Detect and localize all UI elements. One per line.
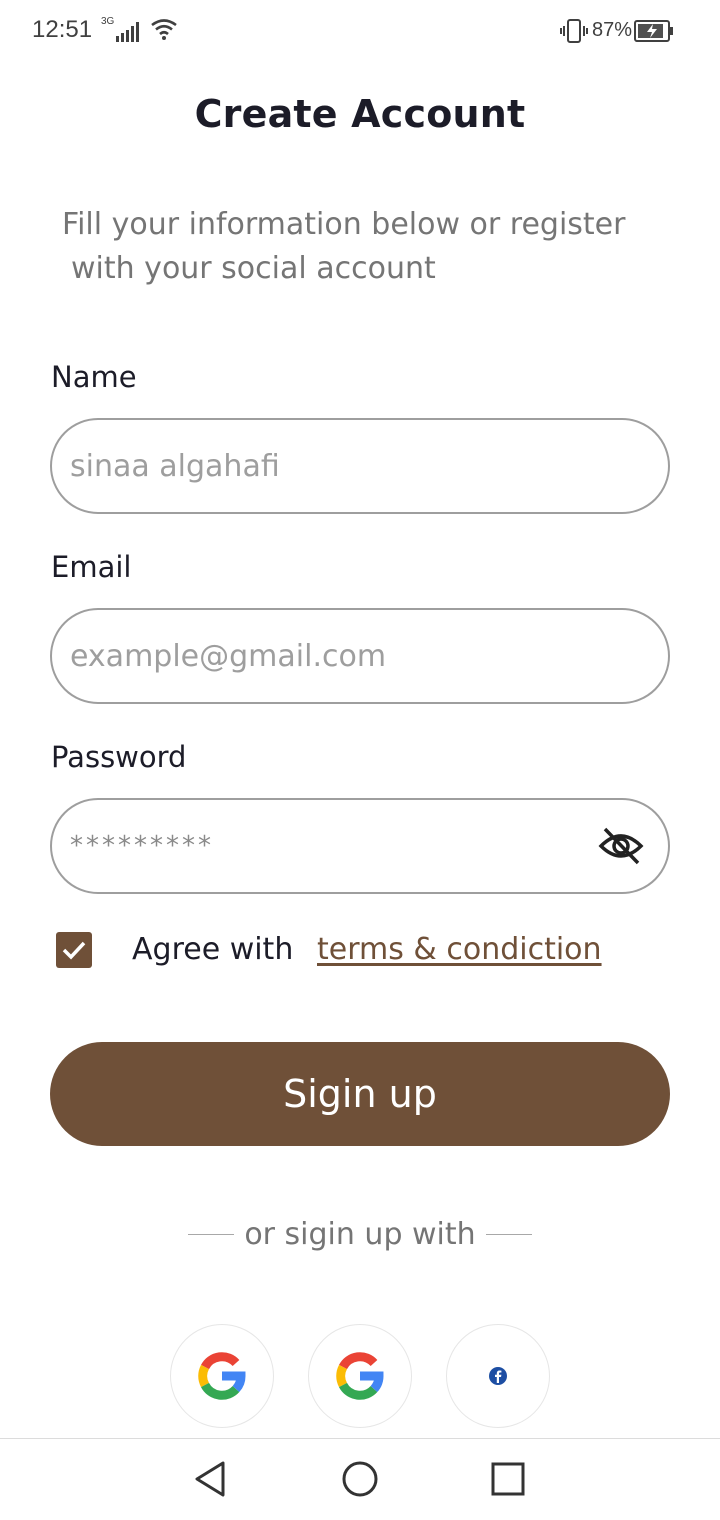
password-value: ********* [70, 831, 214, 861]
status-time: 12:51 [32, 16, 93, 43]
email-label: Email [51, 550, 132, 584]
subtitle-line-2: with your social account [71, 251, 436, 286]
signal-icon [116, 22, 139, 42]
name-label: Name [51, 360, 137, 394]
signup-button[interactable]: Sigin up [50, 1042, 670, 1146]
social-divider: or sigin up with [0, 1212, 720, 1256]
back-icon[interactable] [190, 1459, 230, 1499]
divider-text: or sigin up with [244, 1216, 476, 1252]
agree-text: Agree with [132, 932, 294, 967]
wifi-icon [151, 19, 177, 40]
page-subtitle: Fill your information below or register … [62, 203, 672, 291]
email-placeholder: example@gmail.com [70, 638, 387, 674]
terms-link[interactable]: terms & condiction [317, 932, 602, 967]
page-title: Create Account [194, 92, 526, 136]
recents-icon[interactable] [488, 1459, 528, 1499]
check-icon [62, 941, 86, 960]
network-type: 3G [101, 16, 115, 27]
divider-line-left [188, 1233, 235, 1235]
facebook-icon [489, 1367, 507, 1385]
eye-off-icon[interactable] [598, 826, 644, 866]
home-icon[interactable] [340, 1459, 380, 1499]
password-field[interactable]: ********* [50, 798, 670, 894]
google-signup-button-2[interactable] [308, 1324, 412, 1428]
email-field[interactable]: example@gmail.com [50, 608, 670, 704]
battery-percent: 87% [592, 19, 633, 41]
subtitle-line-1: Fill your information below or register [62, 207, 626, 242]
system-nav-bar [0, 1438, 720, 1520]
battery-charging-icon [634, 20, 673, 42]
status-bar: 12:51 3G 87% [0, 0, 720, 62]
agree-row: Agree with terms & condiction [56, 932, 676, 972]
name-field[interactable]: sinaa algahafi [50, 418, 670, 514]
google-icon [336, 1352, 384, 1400]
vibrate-icon [560, 19, 588, 43]
divider-line-right [485, 1233, 532, 1235]
google-signup-button[interactable] [170, 1324, 274, 1428]
name-placeholder: sinaa algahafi [70, 448, 280, 484]
facebook-signup-button[interactable] [446, 1324, 550, 1428]
password-label: Password [51, 740, 187, 774]
create-account-screen: 12:51 3G 87% Create Account Fill your in… [0, 0, 720, 1520]
agree-checkbox[interactable] [56, 932, 92, 968]
google-icon [198, 1352, 246, 1400]
